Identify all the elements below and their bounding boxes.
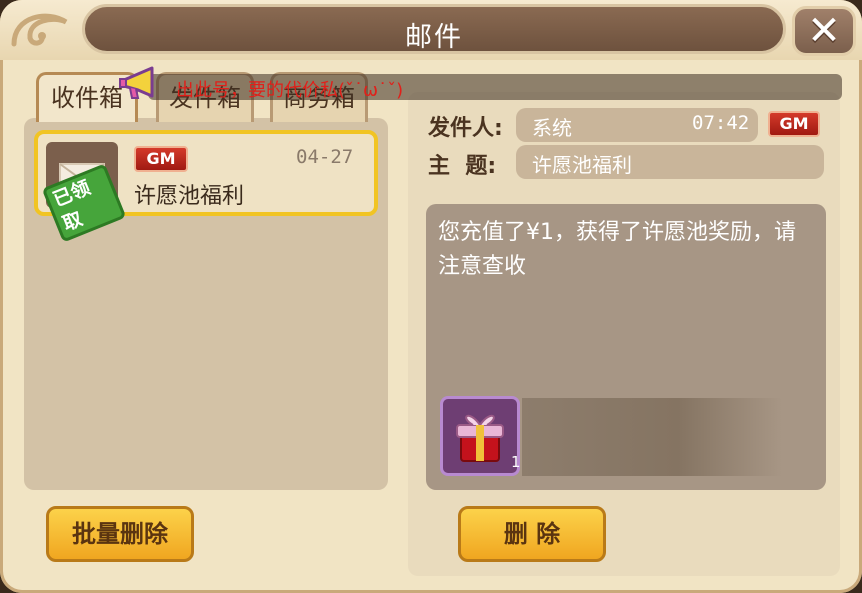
megaphone-icon <box>119 66 154 99</box>
sender-value: 系统 <box>532 116 572 140</box>
marquee-text: 出此号，要的代价私(ˇ˙ω˙ˇ) <box>176 80 404 101</box>
close-icon: ✕ <box>807 8 841 54</box>
close-button[interactable]: ✕ <box>792 6 856 56</box>
delete-button[interactable]: 删 除 <box>458 506 606 562</box>
mail-window: 邮件 ✕ 收件箱 发件箱 商务箱 出此号，要的代价私(ˇ˙ω˙ˇ) 已领取 GM… <box>0 0 862 593</box>
attachment-strip <box>522 398 782 476</box>
gm-badge: GM <box>134 146 188 172</box>
mail-date: 04-27 <box>296 146 354 168</box>
sender-gm-badge: GM <box>768 111 820 137</box>
envelope-icon: 已领取 <box>41 142 127 243</box>
attachment-slot[interactable]: 1 <box>440 396 521 476</box>
title-plate: 邮件 <box>82 4 786 54</box>
announcement-marquee: 出此号，要的代价私(ˇ˙ω˙ˇ) <box>148 74 842 101</box>
mail-time: 07:42 <box>692 112 750 134</box>
sender-label: 发件人: <box>428 116 503 141</box>
title-bar: 邮件 ✕ <box>0 0 862 60</box>
mail-subject: 许愿池福利 <box>134 184 245 209</box>
tab-inbox-label: 收件箱 <box>51 84 123 112</box>
mail-list-item[interactable]: 已领取 GM 04-27 许愿池福利 <box>34 130 378 243</box>
scroll-ornament-icon <box>11 13 68 47</box>
batch-delete-button[interactable]: 批量删除 <box>46 506 194 562</box>
mail-body-text: 您充值了¥1，获得了许愿池奖励，请注意查收 <box>438 220 796 279</box>
window-title: 邮件 <box>405 22 463 53</box>
subject-value: 许愿池福利 <box>532 153 632 177</box>
subject-label: 主 题: <box>428 154 497 179</box>
gift-box-icon <box>456 414 504 462</box>
attachment-quantity: 1 <box>511 453 521 471</box>
